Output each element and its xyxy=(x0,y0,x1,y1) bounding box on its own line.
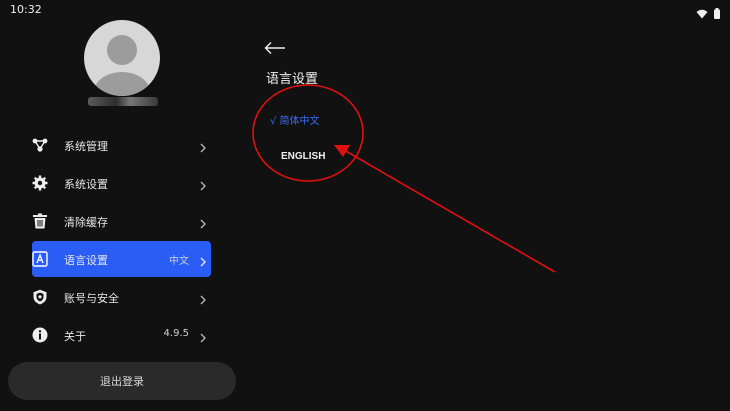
annotation-circle xyxy=(252,84,364,182)
annotation-arrow-line xyxy=(343,149,556,273)
annotation-arrow-head xyxy=(334,145,350,157)
annotation-overlay xyxy=(252,84,556,273)
